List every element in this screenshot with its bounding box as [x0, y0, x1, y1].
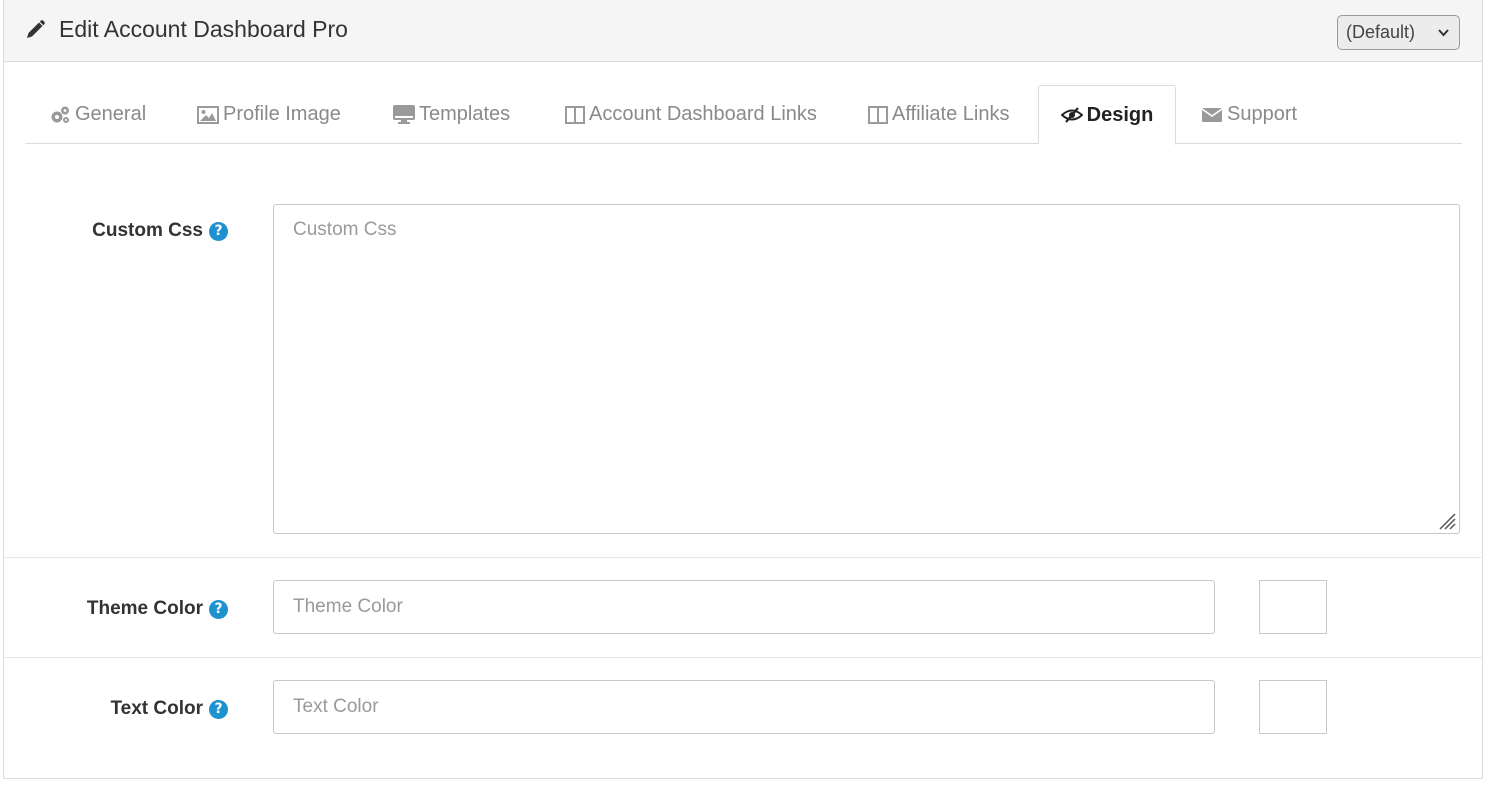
theme-color-label-text: Theme Color	[86, 598, 203, 619]
tab-label: Design	[1086, 103, 1154, 126]
help-icon[interactable]: ?	[209, 221, 228, 241]
store-select-value: (Default)	[1346, 22, 1416, 42]
tab-profile-image[interactable]: Profile Image	[197, 85, 341, 144]
tab-account-dashboard-links[interactable]: Account Dashboard Links	[565, 85, 817, 144]
tab-label: Support	[1227, 103, 1298, 125]
tab-label: Affiliate Links	[892, 103, 1010, 125]
text-color-input[interactable]	[273, 680, 1215, 734]
text-color-swatch[interactable]	[1259, 680, 1327, 734]
columns-icon	[868, 105, 888, 124]
help-icon[interactable]: ?	[209, 699, 228, 719]
tab-label: Templates	[419, 103, 511, 125]
page-title-text: Edit Account Dashboard Pro	[59, 16, 348, 42]
tab-label: General	[75, 103, 147, 125]
pencil-icon	[24, 19, 46, 41]
resize-grip-icon[interactable]	[1436, 510, 1456, 530]
tab-support[interactable]: Support	[1201, 85, 1297, 144]
custom-css-label: Custom Css ?	[92, 220, 228, 242]
monitor-icon	[393, 104, 415, 124]
columns-icon	[565, 105, 585, 124]
panel-heading: Edit Account Dashboard Pro (Default)	[4, 0, 1482, 62]
text-color-label: Text Color ?	[110, 698, 228, 720]
tab-label: Account Dashboard Links	[589, 103, 817, 125]
store-select[interactable]: (Default)	[1337, 15, 1460, 50]
cogs-icon	[51, 106, 69, 123]
chevron-down-icon	[1438, 29, 1449, 37]
custom-css-textarea[interactable]	[273, 204, 1460, 534]
tab-templates[interactable]: Templates	[393, 85, 510, 144]
tab-bar: General Profile Image Templates Account …	[25, 85, 1462, 145]
edit-panel: Edit Account Dashboard Pro (Default) Gen…	[3, 0, 1483, 779]
theme-color-input[interactable]	[273, 580, 1215, 634]
tab-affiliate-links[interactable]: Affiliate Links	[868, 85, 1009, 144]
tab-design[interactable]: Design	[1038, 85, 1176, 145]
theme-color-swatch[interactable]	[1259, 580, 1327, 634]
tab-general[interactable]: General	[49, 85, 146, 144]
text-color-label-text: Text Color	[110, 698, 203, 719]
eye-slash-icon	[1060, 107, 1083, 123]
envelope-icon	[1201, 107, 1223, 122]
theme-color-label: Theme Color ?	[87, 598, 228, 620]
custom-css-label-text: Custom Css	[92, 220, 203, 241]
page-title: Edit Account Dashboard Pro	[24, 16, 348, 43]
image-icon	[197, 105, 219, 124]
tab-label: Profile Image	[223, 103, 341, 125]
help-icon[interactable]: ?	[209, 599, 228, 619]
